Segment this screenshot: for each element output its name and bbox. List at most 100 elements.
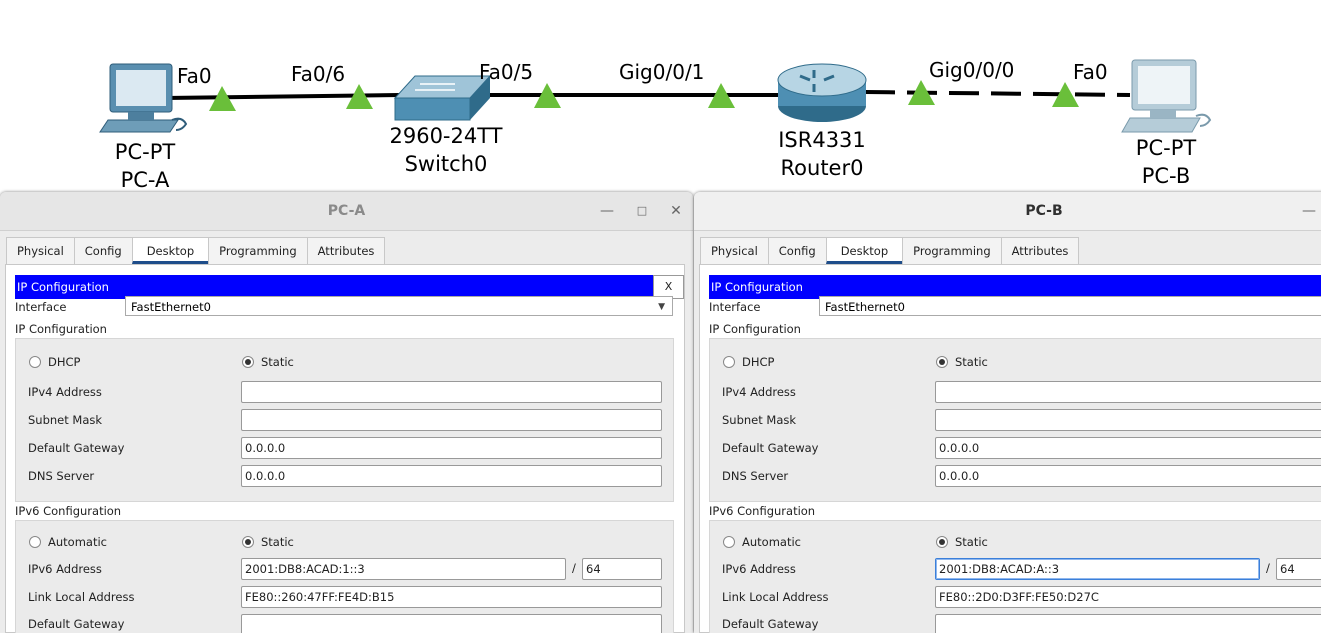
interface-select[interactable]: FastEthernet0 ▼ <box>125 296 673 316</box>
interface-select[interactable]: FastEthernet0 <box>819 296 1321 316</box>
ipv6-section-title: IPv6 Configuration <box>709 504 816 518</box>
window-title: PC-B <box>1025 203 1063 219</box>
close-icon[interactable]: ✕ <box>666 192 686 230</box>
interface-value: FastEthernet0 <box>131 300 211 314</box>
automatic-radio[interactable] <box>29 536 41 548</box>
device-label-switch0[interactable]: 2960-24TT Switch0 <box>374 122 518 178</box>
ipv6-prefix-field[interactable]: 64 <box>582 558 662 580</box>
dns-server-label: DNS Server <box>28 469 95 483</box>
tab-bar: Physical Config Desktop Programming Attr… <box>6 237 386 265</box>
default-gateway-field[interactable]: 0.0.0.0 <box>935 437 1321 459</box>
port-label-pca-fa0: Fa0 <box>177 64 212 88</box>
tab-attributes[interactable]: Attributes <box>306 237 386 264</box>
tab-desktop[interactable]: Desktop <box>131 237 210 264</box>
link-local-field[interactable]: FE80::260:47FF:FE4D:B15 <box>241 586 662 608</box>
static-label: Static <box>261 355 294 369</box>
ipv6-address-field[interactable]: 2001:DB8:ACAD:A::3 <box>935 558 1260 580</box>
device-label-pc-b[interactable]: PC-PT PC-B <box>1116 134 1216 190</box>
router-icon[interactable] <box>777 63 867 122</box>
maximize-icon[interactable]: □ <box>632 192 652 230</box>
tab-physical[interactable]: Physical <box>6 237 75 264</box>
dhcp-radio[interactable] <box>29 356 41 368</box>
ipv6-address-label: IPv6 Address <box>28 562 102 576</box>
dhcp-radio[interactable] <box>723 356 735 368</box>
automatic-label: Automatic <box>742 535 801 549</box>
tab-programming[interactable]: Programming <box>208 237 308 264</box>
port-label-sw-fa06: Fa0/6 <box>291 62 346 86</box>
chevron-down-icon: ▼ <box>658 302 665 312</box>
port-label-pcb-fa0: Fa0 <box>1073 60 1108 84</box>
ipv4-section-title: IP Configuration <box>709 322 801 336</box>
ipv6-static-label: Static <box>955 535 988 549</box>
ipv6-prefix-field[interactable]: 64 <box>1276 558 1321 580</box>
ipv6-group: Automatic Static IPv6 Address 2001:DB8:A… <box>15 520 674 633</box>
ipv6-address-label: IPv6 Address <box>722 562 796 576</box>
tab-programming[interactable]: Programming <box>902 237 1002 264</box>
tab-config[interactable]: Config <box>767 237 827 264</box>
default-gateway-label: Default Gateway <box>722 441 819 455</box>
static-radio[interactable] <box>936 356 948 368</box>
device-model: 2960-24TT <box>389 124 503 148</box>
dns-server-field[interactable]: 0.0.0.0 <box>241 465 662 487</box>
subnet-mask-field[interactable] <box>935 409 1321 431</box>
ipv4-section-title: IP Configuration <box>15 322 107 336</box>
window-title: PC-A <box>327 203 366 219</box>
device-label-pc-a[interactable]: PC-PT PC-A <box>95 138 195 194</box>
device-model: ISR4331 <box>778 128 866 152</box>
ipv6-static-radio[interactable] <box>242 536 254 548</box>
desktop-panel: IP Configuration X Interface FastEtherne… <box>5 264 685 633</box>
ipv4-address-field[interactable] <box>935 381 1321 403</box>
prefix-separator: / <box>1266 561 1270 575</box>
desktop-panel: IP Configuration Interface FastEthernet0… <box>699 264 1321 633</box>
dns-server-field[interactable]: 0.0.0.0 <box>935 465 1321 487</box>
tab-attributes[interactable]: Attributes <box>1000 237 1080 264</box>
port-label-r-gig000: Gig0/0/0 <box>929 58 1015 82</box>
automatic-label: Automatic <box>48 535 107 549</box>
device-name: PC-A <box>120 168 170 192</box>
ipv6-section-title: IPv6 Configuration <box>15 504 122 518</box>
default-gateway-field[interactable]: 0.0.0.0 <box>241 437 662 459</box>
static-radio[interactable] <box>242 356 254 368</box>
ipv6-gateway-field[interactable] <box>241 614 662 633</box>
minimize-icon[interactable]: — <box>1299 192 1319 230</box>
ipv6-gateway-label: Default Gateway <box>722 617 819 631</box>
tab-physical[interactable]: Physical <box>700 237 769 264</box>
minimize-icon[interactable]: — <box>597 192 617 230</box>
ipv4-address-label: IPv4 Address <box>722 385 796 399</box>
tab-config[interactable]: Config <box>73 237 133 264</box>
tab-desktop[interactable]: Desktop <box>825 237 904 264</box>
ipv6-gateway-field[interactable] <box>935 614 1321 633</box>
ip-configuration-title: IP Configuration <box>711 280 803 294</box>
pc-a-window[interactable]: PC-A — □ ✕ Physical Config Desktop Progr… <box>0 192 693 633</box>
window-titlebar[interactable]: PC-B — <box>694 192 1321 231</box>
topology-canvas[interactable]: Fa0 Fa0/6 Fa0/5 Gig0/0/1 Gig0/0/0 Fa0 PC… <box>0 0 1321 195</box>
window-titlebar[interactable]: PC-A — □ ✕ <box>0 192 693 231</box>
device-model: PC-PT <box>114 140 176 164</box>
link-local-field[interactable]: FE80::2D0:D3FF:FE50:D27C <box>935 586 1321 608</box>
device-label-router0[interactable]: ISR4331 Router0 <box>762 126 882 182</box>
interface-value: FastEthernet0 <box>825 300 905 314</box>
device-name: Switch0 <box>404 152 488 176</box>
pc-b-icon[interactable] <box>1121 59 1212 133</box>
port-label-r-gig001: Gig0/0/1 <box>619 60 705 84</box>
ipv6-static-radio[interactable] <box>936 536 948 548</box>
link-router-pcb[interactable] <box>864 90 1131 97</box>
device-name: Router0 <box>780 156 864 180</box>
prefix-separator: / <box>572 561 576 575</box>
ipv6-gateway-label: Default Gateway <box>28 617 125 631</box>
interface-label: Interface <box>709 300 761 314</box>
ipv4-address-label: IPv4 Address <box>28 385 102 399</box>
subnet-mask-field[interactable] <box>241 409 662 431</box>
ipv6-address-field[interactable]: 2001:DB8:ACAD:1::3 <box>241 558 566 580</box>
ip-configuration-title: IP Configuration <box>17 280 109 294</box>
automatic-radio[interactable] <box>723 536 735 548</box>
default-gateway-label: Default Gateway <box>28 441 125 455</box>
pc-b-window[interactable]: PC-B — Physical Config Desktop Programmi… <box>694 192 1321 633</box>
switch-icon[interactable] <box>393 75 492 121</box>
tab-bar: Physical Config Desktop Programming Attr… <box>700 237 1080 265</box>
link-local-label: Link Local Address <box>28 590 135 604</box>
ipv4-address-field[interactable] <box>241 381 662 403</box>
ipv4-group: DHCP Static IPv4 Address Subnet Mask Def… <box>15 338 674 502</box>
subnet-mask-label: Subnet Mask <box>722 413 797 427</box>
dhcp-label: DHCP <box>742 355 775 369</box>
